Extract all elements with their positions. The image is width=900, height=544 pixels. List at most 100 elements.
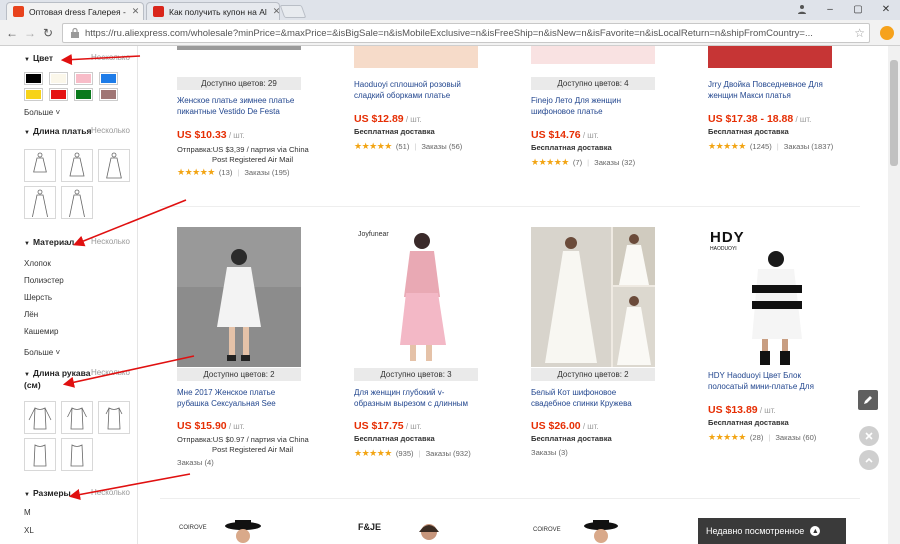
- product-image[interactable]: COIROVE: [177, 518, 301, 544]
- product-image[interactable]: HDY HAODUOYI: [708, 227, 832, 367]
- product-rating[interactable]: ★★★★★ (935) | Заказы (932): [354, 448, 471, 459]
- shipping-info: Бесплатная доставка: [708, 418, 789, 427]
- forward-arrow-icon[interactable]: →: [22, 25, 38, 41]
- material-option[interactable]: Лён: [24, 310, 38, 319]
- close-circle-icon[interactable]: [859, 426, 879, 446]
- recently-viewed-bar[interactable]: Недавно посмотренное ▲: [698, 518, 846, 544]
- sleeveless-icon[interactable]: [24, 438, 56, 471]
- product-image[interactable]: [531, 227, 655, 367]
- size-option[interactable]: M: [24, 508, 31, 517]
- product-rating[interactable]: ★★★★★ (28) | Заказы (60): [708, 432, 816, 443]
- product-image[interactable]: [177, 46, 301, 50]
- product-image[interactable]: [708, 46, 832, 68]
- row-divider: [160, 206, 860, 207]
- color-swatch[interactable]: [74, 72, 93, 85]
- filter-material-header[interactable]: ▼ Материал: [24, 237, 74, 247]
- brand-logo-sub: HAODUOYI: [710, 246, 737, 252]
- back-arrow-icon[interactable]: ←: [4, 25, 20, 41]
- browser-tab-aliexpress[interactable]: Оптовая dress Галерея - ✕: [6, 2, 144, 20]
- midi-dress-icon[interactable]: [61, 149, 93, 182]
- product-title-link[interactable]: Haoduoyi сплошной розовый сладкий оборкам…: [354, 80, 514, 101]
- filter-material-more[interactable]: Больше ˅: [24, 348, 60, 357]
- filter-sleeve-header[interactable]: ▼ Длина рукава (см): [24, 368, 94, 390]
- product-image[interactable]: Joyfunear: [354, 227, 478, 367]
- color-swatch[interactable]: [24, 72, 43, 85]
- material-option[interactable]: Хлопок: [24, 259, 51, 268]
- strap-icon[interactable]: [61, 438, 93, 471]
- extension-icon[interactable]: [880, 26, 894, 40]
- vietnam-flag-favicon-icon: [153, 6, 164, 17]
- scrollbar-thumb[interactable]: [890, 60, 898, 166]
- color-swatch[interactable]: [99, 72, 118, 85]
- filter-dress-length-header[interactable]: ▼ Длина платья: [24, 126, 91, 136]
- filter-color-multi[interactable]: Несколько: [91, 53, 130, 62]
- three-quarter-sleeve-icon[interactable]: [61, 401, 93, 434]
- rating-stars-icon: ★★★★★: [177, 167, 215, 177]
- color-swatch[interactable]: [74, 88, 93, 101]
- filter-sizes-header[interactable]: ▼ Размеры: [24, 488, 71, 498]
- browser-tab-coupon[interactable]: Как получить купон на Al ✕: [146, 2, 280, 20]
- product-orders[interactable]: Заказы (4): [177, 458, 214, 467]
- brand-logo: HDY: [710, 229, 745, 246]
- product-image[interactable]: [354, 46, 478, 68]
- product-price: US $14.76 / шт.: [531, 129, 599, 141]
- product-rating[interactable]: ★★★★★ (1245) | Заказы (1837): [708, 141, 833, 152]
- product-title-link[interactable]: HDY Haoduoyi Цвет Блок полосатый мини-пла…: [708, 371, 860, 392]
- shipping-info: Бесплатная доставка: [708, 127, 789, 136]
- long-sleeve-icon[interactable]: [24, 401, 56, 434]
- product-title-link[interactable]: Для женщин глубокий v-образным вырезом с…: [354, 388, 514, 409]
- user-icon[interactable]: [788, 0, 816, 18]
- close-tab-icon[interactable]: ✕: [267, 6, 279, 17]
- scroll-to-top-icon[interactable]: [859, 450, 879, 470]
- product-image[interactable]: [177, 227, 301, 367]
- short-dress-icon[interactable]: [24, 149, 56, 182]
- filter-sizes-multi[interactable]: Несколько: [91, 488, 130, 497]
- color-swatch[interactable]: [99, 88, 118, 101]
- product-rating[interactable]: ★★★★★ (51) | Заказы (56): [354, 141, 462, 152]
- size-option[interactable]: XL: [24, 526, 34, 535]
- filter-color-header[interactable]: ▼ Цвет: [24, 53, 53, 63]
- product-rating[interactable]: ★★★★★ (7) | Заказы (32): [531, 157, 635, 168]
- page-scrollbar[interactable]: [888, 46, 900, 544]
- material-option[interactable]: Шерсть: [24, 293, 52, 302]
- product-image[interactable]: [531, 46, 655, 64]
- product-image[interactable]: F&JE: [354, 518, 478, 544]
- filter-color-more[interactable]: Больше ˅: [24, 108, 60, 117]
- color-swatch[interactable]: [49, 88, 68, 101]
- knee-dress-icon[interactable]: [98, 149, 130, 182]
- url-field[interactable]: https://ru.aliexpress.com/wholesale?minP…: [62, 23, 870, 43]
- filter-dress-length-multi[interactable]: Несколько: [91, 126, 130, 135]
- rating-stars-icon: ★★★★★: [354, 448, 392, 458]
- product-image[interactable]: COIROVE: [531, 518, 655, 544]
- product-title-link[interactable]: Finejo Лето Для женщин шифоновое платье: [531, 96, 691, 117]
- material-option[interactable]: Полиэстер: [24, 276, 64, 285]
- color-swatch[interactable]: [24, 88, 43, 101]
- long-dress-icon[interactable]: [24, 186, 56, 219]
- product-price: US $13.89 / шт.: [708, 404, 776, 416]
- half-sleeve-icon[interactable]: [98, 401, 130, 434]
- available-colors-badge: Доступно цветов: 3: [354, 368, 478, 381]
- filter-material-multi[interactable]: Несколько: [91, 237, 130, 246]
- filter-sleeve-multi[interactable]: Несколько: [91, 368, 130, 377]
- rating-stars-icon: ★★★★★: [708, 432, 746, 442]
- collapse-triangle-icon: ▼: [24, 130, 30, 136]
- new-tab-button[interactable]: [279, 5, 307, 18]
- product-title-link[interactable]: Мне 2017 Женское платье рубашка Сексуальн…: [177, 388, 337, 409]
- address-bar-row: ← → ↻ https://ru.aliexpress.com/wholesal…: [0, 20, 900, 46]
- edit-pencil-icon[interactable]: [858, 390, 878, 410]
- close-window-icon[interactable]: ✕: [872, 0, 900, 18]
- close-tab-icon[interactable]: ✕: [126, 6, 140, 17]
- product-rating[interactable]: ★★★★★ (13) | Заказы (195): [177, 167, 290, 178]
- color-swatch[interactable]: [49, 72, 68, 85]
- maximize-icon[interactable]: ▢: [844, 0, 872, 18]
- maxi-dress-icon[interactable]: [61, 186, 93, 219]
- product-title-link[interactable]: Женское платье зимнее платье пикантные Ve…: [177, 96, 337, 117]
- product-orders[interactable]: Заказы (3): [531, 448, 568, 457]
- product-title-link[interactable]: Jrry Двойка Повседневное Для женщин Макси…: [708, 80, 860, 101]
- product-title-link[interactable]: Белый Кот шифоновое свадебное спинки Круж…: [531, 388, 691, 409]
- url-text: https://ru.aliexpress.com/wholesale?minP…: [85, 27, 813, 39]
- bookmark-star-icon[interactable]: ☆: [854, 26, 865, 40]
- material-option[interactable]: Кашемир: [24, 327, 58, 336]
- minimize-icon[interactable]: –: [816, 0, 844, 18]
- reload-icon[interactable]: ↻: [40, 25, 56, 41]
